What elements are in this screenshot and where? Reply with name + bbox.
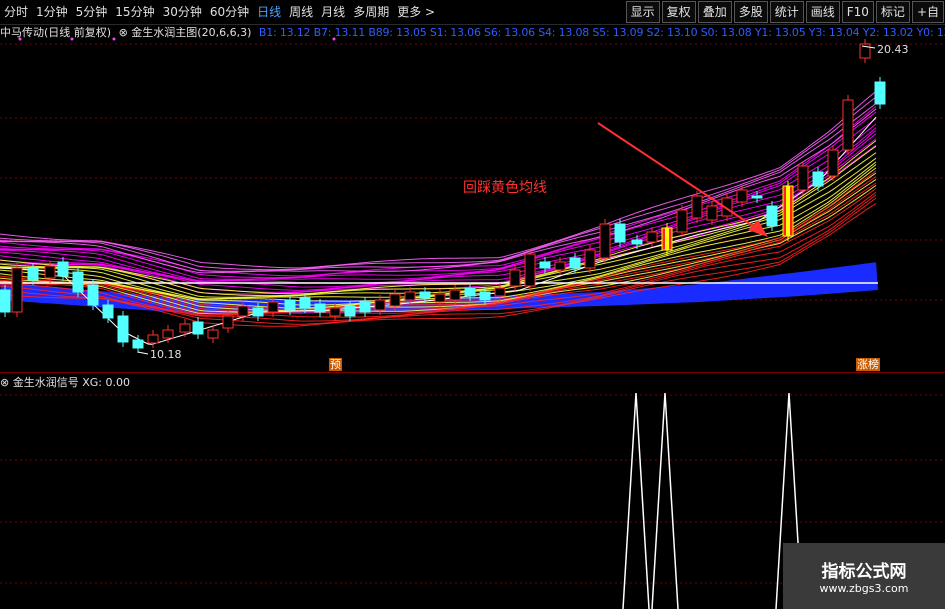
candle — [812, 171, 824, 187]
candle — [222, 315, 234, 329]
candle — [751, 195, 763, 199]
candle — [874, 81, 886, 105]
candle — [192, 321, 204, 335]
candle — [464, 287, 476, 297]
candle — [691, 195, 703, 219]
pre-tag[interactable]: 预 — [329, 358, 342, 371]
candle — [646, 231, 658, 243]
candle — [314, 303, 326, 313]
candle — [344, 305, 356, 317]
candle — [539, 261, 551, 269]
candle — [252, 307, 264, 317]
candle — [766, 205, 778, 227]
signal-spike — [651, 392, 679, 609]
candle — [706, 205, 718, 221]
limit-up-tag[interactable]: 涨榜 — [856, 358, 880, 371]
candle — [44, 265, 56, 279]
candle — [374, 299, 386, 311]
watermark-logo: 指标公式网 www.zbgs3.com — [783, 543, 945, 609]
candle — [554, 261, 566, 271]
candle — [524, 253, 536, 287]
candle — [404, 291, 416, 301]
ma-line — [0, 152, 877, 298]
candle — [676, 209, 688, 233]
signal-spike — [622, 392, 650, 609]
candle — [72, 271, 84, 293]
candle — [389, 293, 401, 307]
candle — [147, 334, 159, 344]
watermark-url: www.zbgs3.com — [819, 582, 909, 595]
watermark-title: 指标公式网 — [821, 562, 907, 582]
candle — [27, 267, 39, 281]
candle — [132, 339, 144, 349]
candle — [584, 249, 596, 269]
candle — [827, 149, 839, 177]
candle — [207, 329, 219, 339]
candle — [87, 284, 99, 306]
candle — [117, 315, 129, 343]
high-price-label: 20.43 — [877, 43, 909, 56]
candle — [434, 293, 446, 303]
marker-dot — [332, 37, 336, 41]
candle — [569, 257, 581, 269]
candle — [494, 287, 506, 297]
candle — [162, 329, 174, 339]
candle — [0, 289, 11, 313]
candle — [284, 299, 296, 311]
chart-annotation: 回踩黄色均线 — [463, 180, 547, 196]
candle — [842, 99, 854, 151]
candle — [57, 261, 69, 277]
candle — [479, 291, 491, 301]
candle — [419, 291, 431, 299]
candle — [359, 301, 371, 313]
panel-separator[interactable] — [0, 372, 945, 373]
kline-chart[interactable] — [0, 0, 945, 609]
candle — [509, 269, 521, 287]
candle — [237, 305, 249, 317]
candle — [267, 301, 279, 313]
candle — [299, 297, 311, 309]
candle — [102, 304, 114, 319]
candle — [329, 307, 341, 317]
candle — [11, 267, 23, 313]
sub-indicator-label[interactable]: ⊗ 金生水润信号 XG: 0.00 — [0, 374, 130, 390]
candle-highlight — [665, 228, 669, 250]
candle — [797, 165, 809, 191]
low-price-label: 10.18 — [150, 348, 182, 361]
low-pointer — [137, 351, 149, 355]
marker-dot — [70, 37, 74, 41]
candle — [449, 289, 461, 301]
candle — [599, 223, 611, 259]
candle — [631, 239, 643, 245]
candle-highlight — [786, 186, 790, 236]
marker-dot — [112, 37, 116, 41]
candle — [614, 223, 626, 243]
ma-line — [0, 127, 877, 284]
marker-dot — [18, 37, 22, 41]
candle — [736, 189, 748, 203]
candle — [179, 323, 191, 333]
